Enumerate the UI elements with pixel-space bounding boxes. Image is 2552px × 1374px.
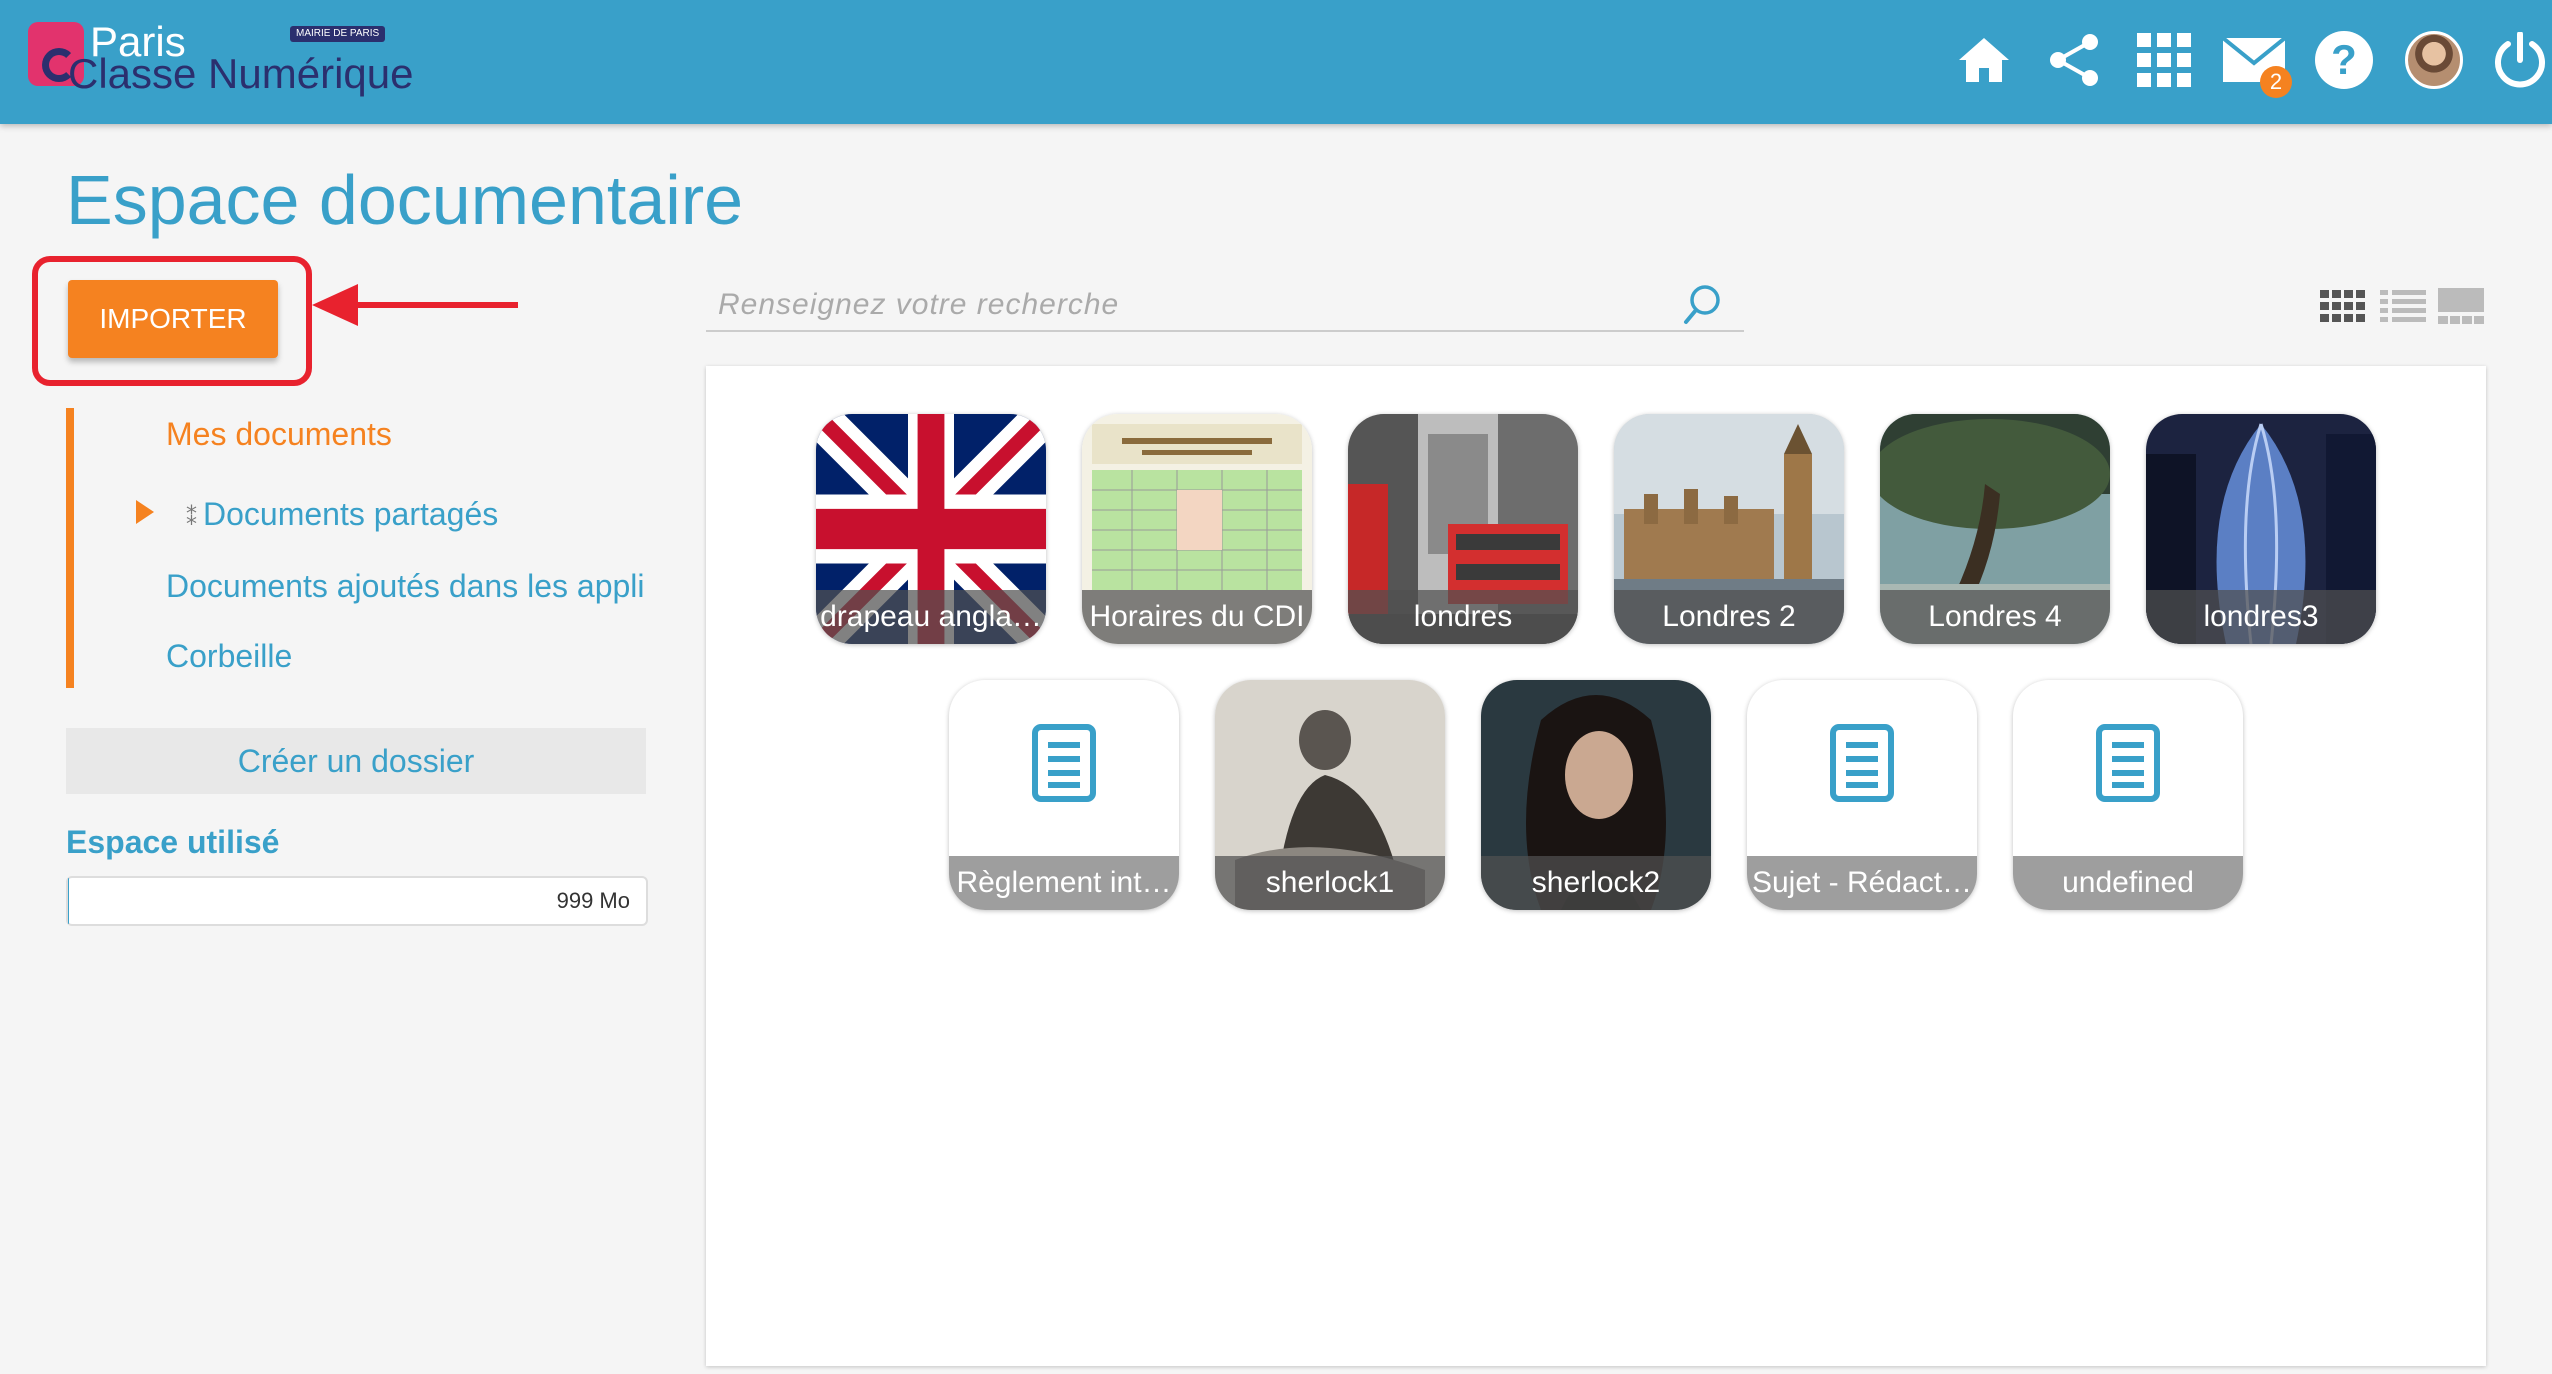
share-icon[interactable] — [2042, 28, 2106, 92]
storage-label: Espace utilisé — [66, 824, 280, 860]
import-button[interactable]: IMPORTER — [68, 280, 278, 358]
file-tile[interactable]: Londres 2 — [1614, 414, 1844, 644]
file-name: Règlement int… — [949, 856, 1179, 910]
logo-text-classe: Classe Numérique — [68, 50, 414, 97]
svg-text:?: ? — [2331, 36, 2357, 83]
search-input[interactable] — [716, 284, 1660, 326]
file-tile[interactable]: londres3 — [2146, 414, 2376, 644]
search-icon[interactable] — [1680, 282, 1724, 326]
document-icon — [2096, 724, 2160, 802]
sidebar-nav: Mes documents ⁑ Documents partagés Docume… — [66, 408, 674, 688]
sidebar-item-documents-ajoutes[interactable]: Documents ajoutés dans les appli — [166, 568, 645, 605]
icons-view-icon[interactable] — [2318, 286, 2368, 326]
search-bar — [706, 282, 1744, 332]
file-name: Horaires du CDI — [1082, 590, 1312, 644]
file-name: drapeau angla… — [816, 590, 1046, 644]
file-tile[interactable]: sherlock2 — [1481, 680, 1711, 910]
document-icon — [1830, 724, 1894, 802]
file-tile[interactable]: drapeau angla… — [816, 414, 1046, 644]
apps-grid-icon[interactable] — [2132, 28, 2196, 92]
shared-folder-icon: ⁑ — [186, 505, 197, 530]
sidebar-item-corbeille[interactable]: Corbeille — [166, 638, 292, 675]
file-tile[interactable]: londres — [1348, 414, 1578, 644]
create-folder-button[interactable]: Créer un dossier — [66, 728, 646, 794]
sidebar-item-label: Corbeille — [166, 638, 293, 674]
carousel-view-icon[interactable] — [2436, 286, 2486, 326]
avatar[interactable] — [2402, 28, 2466, 92]
help-icon[interactable]: ? — [2312, 28, 2376, 92]
file-name: undefined — [2013, 856, 2243, 910]
storage-value: 999 Mo — [556, 888, 630, 913]
file-name: londres — [1348, 590, 1578, 644]
storage-progress-fill — [68, 878, 70, 924]
document-icon — [1032, 724, 1096, 802]
mairie-de-paris-badge: MAIRIE DE PARIS — [290, 26, 386, 42]
file-tile[interactable]: sherlock1 — [1215, 680, 1445, 910]
sidebar-item-label: Documents partagés — [203, 496, 499, 532]
file-name: Londres 2 — [1614, 590, 1844, 644]
home-icon[interactable] — [1952, 28, 2016, 92]
paris-classe-numerique-logo[interactable]: Paris Classe Numérique MAIRIE DE PARIS — [28, 18, 448, 112]
mail-icon[interactable]: 2 — [2222, 28, 2292, 98]
sidebar-item-documents-partages[interactable]: ⁑ Documents partagés — [186, 496, 498, 533]
file-name: sherlock1 — [1215, 856, 1445, 910]
files-panel: drapeau angla… Horaires du CDI londres L… — [706, 366, 2486, 1366]
list-view-icon[interactable] — [2378, 286, 2428, 326]
top-bar: Paris Classe Numérique MAIRIE DE PARIS 2… — [0, 0, 2552, 124]
sidebar-item-label: Mes documents — [166, 416, 392, 452]
user-avatar-image — [2405, 31, 2463, 89]
file-tile[interactable]: Londres 4 — [1880, 414, 2110, 644]
page-title: Espace documentaire — [66, 161, 744, 239]
file-tile[interactable]: Règlement int… — [949, 680, 1179, 910]
view-mode-switcher — [2318, 286, 2488, 326]
sidebar-item-mes-documents[interactable]: Mes documents — [166, 416, 392, 453]
pointer-arrow — [312, 284, 518, 326]
power-icon[interactable] — [2488, 28, 2552, 92]
expand-caret-icon[interactable] — [136, 500, 154, 524]
storage-progress-bar: 999 Mo — [66, 876, 648, 926]
file-name: Londres 4 — [1880, 590, 2110, 644]
file-tile[interactable]: Horaires du CDI — [1082, 414, 1312, 644]
mail-count-badge: 2 — [2260, 66, 2292, 98]
file-name: Sujet - Rédact… — [1747, 856, 1977, 910]
sidebar-item-label: Documents ajoutés dans les appli — [166, 568, 645, 604]
file-name: sherlock2 — [1481, 856, 1711, 910]
file-tile[interactable]: undefined — [2013, 680, 2243, 910]
file-tile[interactable]: Sujet - Rédact… — [1747, 680, 1977, 910]
file-name: londres3 — [2146, 590, 2376, 644]
